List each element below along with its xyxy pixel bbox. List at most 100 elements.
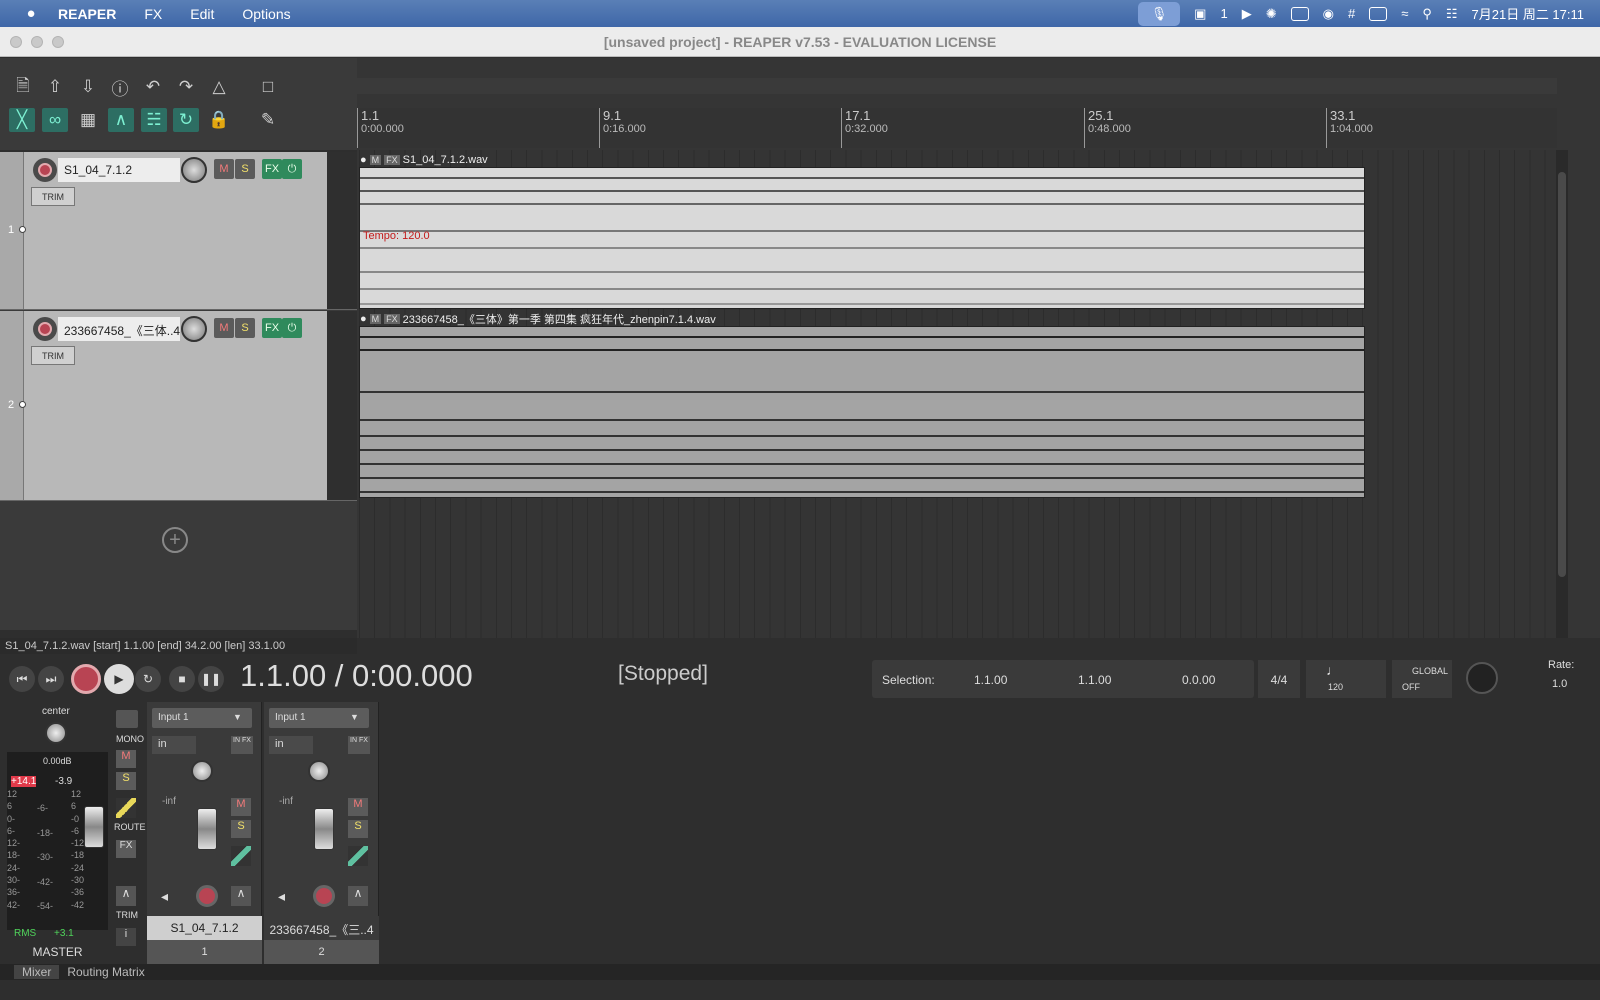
route-icon[interactable] — [231, 846, 251, 866]
media-item-2[interactable]: ● M FX 233667458_《三体》第一季 第四集 疯狂年代_zhenpi… — [359, 313, 1365, 498]
go-to-end-icon[interactable]: ⏭ — [38, 666, 64, 692]
menu-app-reaper[interactable]: REAPER — [58, 6, 116, 22]
track-2[interactable]: 2 233667458_《三体..4 M S FX ⏻ TRIM — [0, 311, 357, 501]
master-peak-right[interactable]: -3.9 — [55, 776, 72, 787]
info-icon[interactable]: i — [116, 928, 136, 946]
route-icon[interactable] — [348, 846, 368, 866]
automation-trim-button[interactable]: TRIM — [31, 187, 75, 206]
apple-icon[interactable]: ● — [14, 5, 48, 22]
tab-mixer[interactable]: Mixer — [14, 965, 60, 979]
track-name-field[interactable]: S1_04_7.1.2 — [58, 158, 180, 182]
item-toggle-icon[interactable]: ● — [360, 313, 367, 325]
cube-icon[interactable]: ▣ — [1194, 6, 1206, 22]
time-signature[interactable]: 4/4 — [1258, 660, 1300, 698]
record-button[interactable] — [71, 664, 101, 694]
selection-end[interactable]: 1.1.00 — [1078, 673, 1111, 687]
ripple-edit-icon[interactable]: ╳ — [9, 108, 35, 132]
menu-options[interactable]: Options — [242, 6, 290, 22]
display-icon[interactable] — [1290, 6, 1309, 21]
menu-fx[interactable]: FX — [144, 6, 162, 22]
track-lanes[interactable]: ● M FX S1_04_7.1.2.wav ● M FX 233667458_… — [359, 150, 1556, 638]
pan-knob[interactable] — [308, 760, 330, 782]
close-window-button[interactable] — [10, 36, 22, 48]
route-icon[interactable] — [116, 798, 136, 818]
control-center-icon[interactable]: ☷ — [1446, 6, 1458, 22]
undo-icon[interactable]: ↶ — [140, 75, 166, 99]
go-to-start-icon[interactable]: ⏮ — [9, 666, 35, 692]
tab-routing-matrix[interactable]: Routing Matrix — [59, 965, 152, 979]
microphone-icon[interactable]: 🎙 — [1138, 1, 1181, 26]
metronome-icon[interactable]: △ — [206, 75, 232, 99]
pencil-icon[interactable]: ✎ — [255, 108, 281, 132]
record-arm-button[interactable] — [33, 158, 57, 182]
master-channel[interactable]: center 0.00dB +14.1 -3.9 12 6 0- 6- 12- 18- 24… — [0, 702, 146, 964]
tempo-box[interactable]: ♩ 120 — [1306, 660, 1386, 698]
selection-display[interactable]: Selection: 1.1.00 1.1.00 0.0.00 — [872, 660, 1254, 698]
region-marker-lane[interactable] — [357, 78, 1557, 94]
fx-bypass-button[interactable]: ⏻ — [282, 159, 302, 179]
item-fx-button[interactable]: FX — [384, 314, 400, 324]
input-mode-select[interactable]: in — [269, 736, 313, 754]
fx-button[interactable]: FX — [262, 159, 282, 179]
master-fx-button[interactable]: FX — [116, 840, 136, 858]
zoom-window-button[interactable] — [52, 36, 64, 48]
automation-trim-button[interactable]: TRIM — [31, 346, 75, 365]
pause-button[interactable]: ❚❚ — [198, 666, 224, 692]
grid-icon[interactable]: ▦ — [75, 108, 101, 132]
stop-button[interactable]: ■ — [169, 666, 195, 692]
record-arm-button[interactable] — [196, 885, 218, 907]
save-project-icon[interactable]: ⇩ — [75, 75, 101, 99]
record-arm-button[interactable] — [313, 885, 335, 907]
link-icon[interactable]: ∞ — [42, 108, 68, 132]
menu-edit[interactable]: Edit — [190, 6, 214, 22]
input-fx-button[interactable]: IN FX — [348, 736, 370, 754]
item-fx-button[interactable]: FX — [384, 155, 400, 165]
record-arm-button[interactable] — [33, 317, 57, 341]
menubar-clock[interactable]: 7月21日 周二 17:11 — [1472, 4, 1584, 23]
selection-length[interactable]: 0.0.00 — [1182, 673, 1215, 687]
lock-icon[interactable]: 🔒 — [206, 108, 232, 132]
track-folder-dot[interactable] — [19, 401, 26, 408]
fx-button[interactable]: FX — [262, 318, 282, 338]
item-toggle-icon[interactable]: ● — [360, 154, 367, 166]
new-project-icon[interactable]: 🗎 — [10, 75, 36, 99]
playrate-knob[interactable] — [1466, 662, 1498, 694]
scrollbar-thumb[interactable] — [1558, 172, 1566, 577]
mono-icon[interactable] — [116, 710, 138, 728]
track-volume-knob[interactable] — [181, 316, 207, 342]
channel-volume-fader[interactable] — [197, 808, 217, 850]
solo-button[interactable]: S — [235, 318, 255, 338]
input-fx-button[interactable]: IN FX — [231, 736, 253, 754]
envelope-icon[interactable]: ∧ — [348, 886, 368, 906]
master-mute-button[interactable]: M — [116, 750, 136, 768]
speaker-icon[interactable]: ◂ — [278, 888, 285, 905]
add-track-button[interactable]: + — [162, 527, 188, 553]
selection-start[interactable]: 1.1.00 — [974, 673, 1007, 687]
vertical-scrollbar[interactable] — [1556, 150, 1568, 638]
mute-button[interactable]: M — [231, 798, 251, 816]
master-pan-knob[interactable] — [45, 722, 67, 744]
redo-icon[interactable]: ↷ — [173, 75, 199, 99]
chevron-down-icon[interactable]: ▼ — [350, 712, 359, 722]
auto-crossfade-icon[interactable]: ∧ — [108, 108, 134, 132]
timeline-ruler[interactable]: 1.1 0:00.000 9.1 0:16.000 17.1 0:32.000 25.… — [357, 108, 1557, 148]
solo-button[interactable]: S — [231, 820, 251, 838]
solo-button[interactable]: S — [235, 159, 255, 179]
play-circle-icon[interactable]: ◉ — [1323, 6, 1334, 22]
repeat-toggle-icon[interactable]: ↻ — [135, 666, 161, 692]
hash-icon[interactable]: # — [1348, 6, 1355, 21]
item-mute-button[interactable]: M — [369, 155, 382, 165]
input-mode-select[interactable]: in — [152, 736, 196, 754]
minimize-window-button[interactable] — [31, 36, 43, 48]
mixer-channel-1[interactable]: Input 1 ▼ in IN FX -inf M S ◂ ∧ S1_04_7.… — [147, 702, 262, 964]
loop-icon[interactable]: ↻ — [173, 108, 199, 132]
master-peak-left[interactable]: +14.1 — [11, 776, 37, 787]
track-volume-knob[interactable] — [181, 157, 207, 183]
track-name-field[interactable]: 233667458_《三体..4 — [58, 317, 180, 341]
envelope-icon[interactable]: ∧ — [231, 886, 251, 906]
channel-volume-fader[interactable] — [314, 808, 334, 850]
fx-bypass-button[interactable]: ⏻ — [282, 318, 302, 338]
spotlight-search-icon[interactable]: ⚲ — [1422, 6, 1432, 22]
open-project-icon[interactable]: ⇧ — [42, 75, 68, 99]
toggle-screenset-icon[interactable]: □ — [255, 75, 281, 99]
